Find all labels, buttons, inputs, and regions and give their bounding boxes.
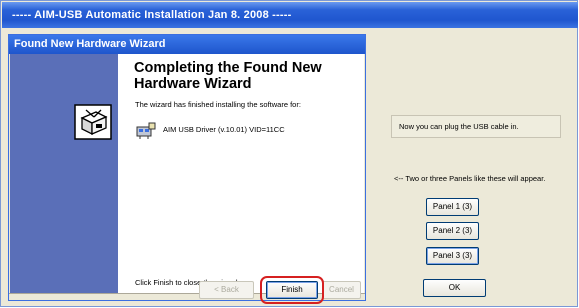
wizard-heading: Completing the Found New Hardware Wizard [134,60,322,92]
driver-name: AIM USB Driver (v.10.01) VID=11CC [163,125,285,134]
panel-3-button[interactable]: Panel 3 (3) [426,247,479,265]
panels-info-text: <-- Two or three Panels like these will … [394,174,546,183]
wizard-side-banner [10,54,118,293]
panel-2-button[interactable]: Panel 2 (3) [426,222,479,240]
cancel-button[interactable]: Cancel [322,281,361,299]
usb-cable-notice: Now you can plug the USB cable in. [391,115,561,138]
panel-1-button[interactable]: Panel 1 (3) [426,198,479,216]
wizard-finished-text: The wizard has finished installing the s… [135,100,301,109]
hardware-box-icon [74,104,112,140]
back-button[interactable]: < Back [199,281,254,299]
wizard-title: Found New Hardware Wizard [9,35,365,54]
usb-driver-icon [136,122,156,139]
finish-highlight [260,276,324,304]
ok-button[interactable]: OK [423,279,486,297]
window-title: ----- AIM-USB Automatic Installation Jan… [2,2,578,28]
found-new-hardware-wizard: Found New Hardware Wizard Completing the… [8,34,366,304]
installer-window: ----- AIM-USB Automatic Installation Jan… [0,0,578,307]
wizard-content: Completing the Found New Hardware Wizard… [118,54,364,293]
